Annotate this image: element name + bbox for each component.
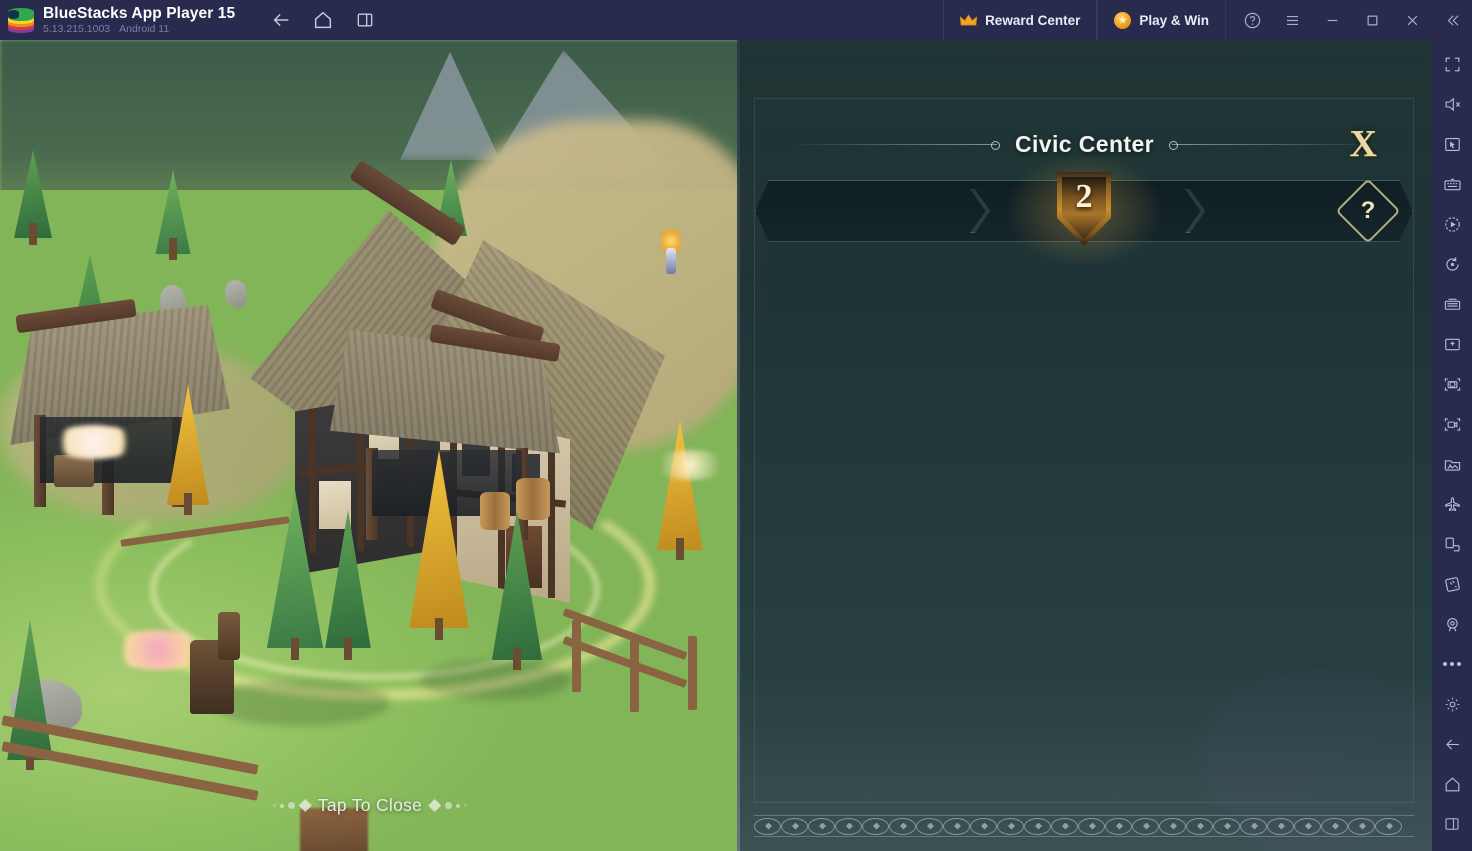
ornament-unit-icon <box>1186 817 1213 835</box>
install-apk-icon[interactable] <box>1432 324 1472 364</box>
hero-unit[interactable] <box>660 230 682 282</box>
level-number: 2 <box>1075 178 1093 215</box>
tree <box>160 385 216 515</box>
ornament-unit-icon <box>1051 817 1078 835</box>
tree <box>318 510 378 660</box>
play-and-win-button[interactable]: Play & Win <box>1097 0 1226 40</box>
fence <box>630 640 639 712</box>
back-button[interactable] <box>269 8 293 32</box>
ornament-unit-icon <box>781 817 808 835</box>
titlebar-right-group: Reward Center Play & Win <box>943 0 1472 40</box>
crown-icon <box>960 13 978 27</box>
more-icon[interactable] <box>1432 644 1472 684</box>
ornament-unit-icon <box>943 817 970 835</box>
titlebar: BlueStacks App Player 15 5.13.215.1003 A… <box>0 0 1472 40</box>
panel-close-button[interactable]: X <box>1350 118 1377 170</box>
tree <box>650 420 710 560</box>
keyboard-controls-icon[interactable] <box>1432 164 1472 204</box>
ornament-unit-icon <box>862 817 889 835</box>
settings-gear-icon[interactable] <box>1432 684 1472 724</box>
tap-to-close-label: Tap To Close <box>317 795 423 815</box>
location-icon[interactable] <box>1432 604 1472 644</box>
fence <box>572 620 581 692</box>
panel-help-button[interactable]: ? <box>1335 178 1401 244</box>
eco-mode-icon[interactable] <box>1432 484 1472 524</box>
screenshot-icon[interactable] <box>1432 364 1472 404</box>
play-and-win-label: Play & Win <box>1139 12 1209 28</box>
mute-icon[interactable] <box>1432 84 1472 124</box>
ornament-unit-icon <box>1294 817 1321 835</box>
media-gallery-icon[interactable] <box>1432 444 1472 484</box>
reward-center-button[interactable]: Reward Center <box>943 0 1098 40</box>
ornament-unit-icon <box>1348 817 1375 835</box>
level-badge: 2 <box>1009 156 1159 264</box>
record-video-icon[interactable] <box>1432 404 1472 444</box>
ornament-unit-icon <box>754 817 781 835</box>
ornament-unit-icon <box>1267 817 1294 835</box>
ornament-unit-icon <box>916 817 943 835</box>
ornament-unit-icon <box>808 817 835 835</box>
ornament-unit-icon <box>1240 817 1267 835</box>
ornament-unit-icon <box>1375 817 1402 835</box>
reward-center-label: Reward Center <box>985 12 1081 28</box>
tap-to-close-button[interactable]: Tap To Close <box>0 795 740 816</box>
bluestacks-logo-icon <box>8 7 34 33</box>
ornament-unit-icon <box>835 817 862 835</box>
home-icon[interactable] <box>1432 764 1472 804</box>
fullscreen-icon[interactable] <box>1432 44 1472 84</box>
recents-icon[interactable] <box>1432 804 1472 844</box>
ornament-unit-icon <box>1105 817 1132 835</box>
flower-patch <box>50 425 138 459</box>
ornament-unit-icon <box>970 817 997 835</box>
rotate-screen-icon[interactable] <box>1432 524 1472 564</box>
shake-icon[interactable] <box>1432 564 1472 604</box>
level-bar: 2 ? <box>755 156 1413 264</box>
title-rule-left <box>786 140 1000 150</box>
back-icon[interactable] <box>1432 724 1472 764</box>
tree <box>484 510 550 670</box>
app-version: 5.13.215.1003 <box>43 23 111 35</box>
game-viewport[interactable]: Tap To Close Civic Center X 2 ? <box>0 40 1432 851</box>
collapse-sidebar-button[interactable] <box>1432 0 1472 40</box>
cursor-icon[interactable] <box>1432 124 1472 164</box>
tree <box>400 450 478 640</box>
ornament-unit-icon <box>1159 817 1186 835</box>
home-button[interactable] <box>311 8 335 32</box>
coin-icon <box>1114 11 1132 29</box>
ornament-unit-icon <box>889 817 916 835</box>
bluestacks-sidebar <box>1432 40 1472 851</box>
ornament-unit-icon <box>1213 817 1240 835</box>
recents-button[interactable] <box>353 8 377 32</box>
ornament-unit-icon <box>1024 817 1051 835</box>
ornament-left-icon <box>272 799 312 812</box>
ornament-unit-icon <box>1132 817 1159 835</box>
app-title: BlueStacks App Player 15 <box>43 4 236 22</box>
ornament-unit-icon <box>997 817 1024 835</box>
multi-instance-icon[interactable] <box>1432 284 1472 324</box>
minimize-button[interactable] <box>1312 0 1352 40</box>
question-mark-icon: ? <box>1360 197 1376 224</box>
ornament-unit-icon <box>1321 817 1348 835</box>
fence <box>688 636 697 710</box>
ornament-right-icon <box>428 799 468 812</box>
wooden-post <box>218 612 240 660</box>
sync-rotate-icon[interactable] <box>1432 244 1472 284</box>
ornament-unit-icon <box>1078 817 1105 835</box>
macro-play-icon[interactable] <box>1432 204 1472 244</box>
flower-patch <box>650 450 730 480</box>
close-button[interactable] <box>1392 0 1432 40</box>
tree <box>8 150 58 245</box>
help-button[interactable] <box>1232 0 1272 40</box>
maximize-button[interactable] <box>1352 0 1392 40</box>
android-nav-buttons <box>269 8 377 32</box>
hamburger-menu-button[interactable] <box>1272 0 1312 40</box>
app-title-block: BlueStacks App Player 15 5.13.215.1003 A… <box>43 4 236 35</box>
android-version: Android 11 <box>119 23 170 35</box>
panel-title: Civic Center <box>1014 130 1154 157</box>
civic-center-panel: Civic Center X 2 ? Leadership Increase0P… <box>737 40 1432 851</box>
panel-bottom-ornament <box>754 815 1414 837</box>
